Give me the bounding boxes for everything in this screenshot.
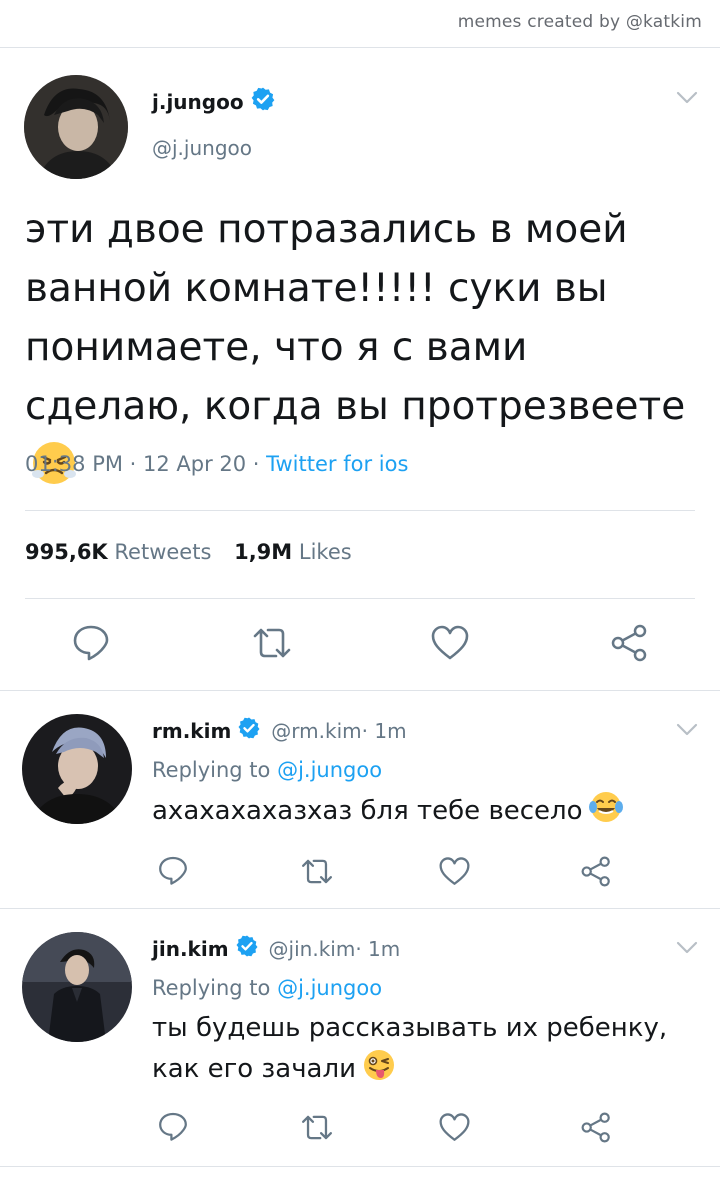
divider <box>25 510 695 511</box>
tweet-body: эти двое потразались в моей ванной комна… <box>25 207 686 429</box>
replying-to-link[interactable]: @j.jungoo <box>277 758 382 782</box>
like-heart-icon[interactable] <box>438 1112 471 1143</box>
author-name[interactable]: j.jungoo <box>152 90 244 114</box>
retweets-label[interactable]: Retweets <box>114 540 211 564</box>
likes-count[interactable]: 1,9M <box>234 540 292 564</box>
verified-badge-icon <box>237 716 261 745</box>
reply-1-author-name[interactable]: rm.kim <box>152 719 231 743</box>
reply-1-time: · 1m <box>361 718 407 743</box>
likes-label[interactable]: Likes <box>299 540 352 564</box>
reply-1-text: ахахахахазхаз бля тебе весело <box>152 790 692 836</box>
reply-icon[interactable] <box>157 854 189 886</box>
tweet-client-link[interactable]: Twitter for ios <box>266 452 408 476</box>
divider <box>0 47 720 48</box>
retweet-icon[interactable] <box>250 624 294 662</box>
verified-badge-icon <box>235 934 259 963</box>
divider <box>0 1166 720 1167</box>
chevron-down-icon[interactable] <box>676 940 698 959</box>
main-name-row: j.jungoo <box>152 86 276 117</box>
reply-2-replying-to: Replying to @j.jungoo <box>152 976 382 1000</box>
tweet-stats: 995,6K Retweets 1,9M Likes <box>25 540 352 564</box>
divider <box>0 690 720 691</box>
author-handle[interactable]: @j.jungoo <box>152 136 252 160</box>
share-icon[interactable] <box>580 1112 613 1143</box>
share-icon[interactable] <box>610 624 650 662</box>
retweet-icon[interactable] <box>299 856 335 887</box>
reply-1-handle[interactable]: @rm.kim <box>271 719 361 743</box>
reply-2-time: · 1m <box>355 936 401 961</box>
reply-icon[interactable] <box>71 622 111 662</box>
tears-of-joy-face-icon <box>588 790 623 836</box>
like-heart-icon[interactable] <box>438 856 471 887</box>
reply-2-text: ты будешь рассказывать их ребенку, как е… <box>152 1008 692 1094</box>
verified-badge-icon <box>250 86 276 117</box>
chevron-down-icon[interactable] <box>676 90 698 109</box>
reply-1-replying-to: Replying to @j.jungoo <box>152 758 382 782</box>
replying-prefix: Replying to <box>152 758 278 782</box>
reply-icon[interactable] <box>157 1110 189 1142</box>
divider <box>0 908 720 909</box>
watermark-credit: memes created by @katkim <box>457 12 702 32</box>
reply-1-name-row: rm.kim @rm.kim · 1m <box>152 716 407 745</box>
tweet-timestamp: 01:38 PM · 12 Apr 20 · <box>25 452 267 476</box>
chevron-down-icon[interactable] <box>676 722 698 741</box>
avatar-reply-2[interactable] <box>22 932 132 1042</box>
reply-2-author-name[interactable]: jin.kim <box>152 937 229 961</box>
retweet-icon[interactable] <box>299 1112 335 1143</box>
tweet-meta: 01:38 PM · 12 Apr 20 · Twitter for ios <box>25 452 408 476</box>
replying-to-link[interactable]: @j.jungoo <box>277 976 382 1000</box>
replying-prefix: Replying to <box>152 976 278 1000</box>
share-icon[interactable] <box>580 856 613 887</box>
reply-2-handle[interactable]: @jin.kim <box>269 937 356 961</box>
avatar-reply-1[interactable] <box>22 714 132 824</box>
winking-tongue-face-icon <box>362 1048 396 1094</box>
like-heart-icon[interactable] <box>430 624 470 662</box>
retweets-count[interactable]: 995,6K <box>25 540 108 564</box>
reply-2-body: ты будешь рассказывать их ребенку, как е… <box>152 1013 668 1084</box>
reply-1-body: ахахахахазхаз бля тебе весело <box>152 796 583 826</box>
divider <box>25 598 695 599</box>
avatar-main[interactable] <box>24 75 128 179</box>
reply-2-name-row: jin.kim @jin.kim · 1m <box>152 934 400 963</box>
